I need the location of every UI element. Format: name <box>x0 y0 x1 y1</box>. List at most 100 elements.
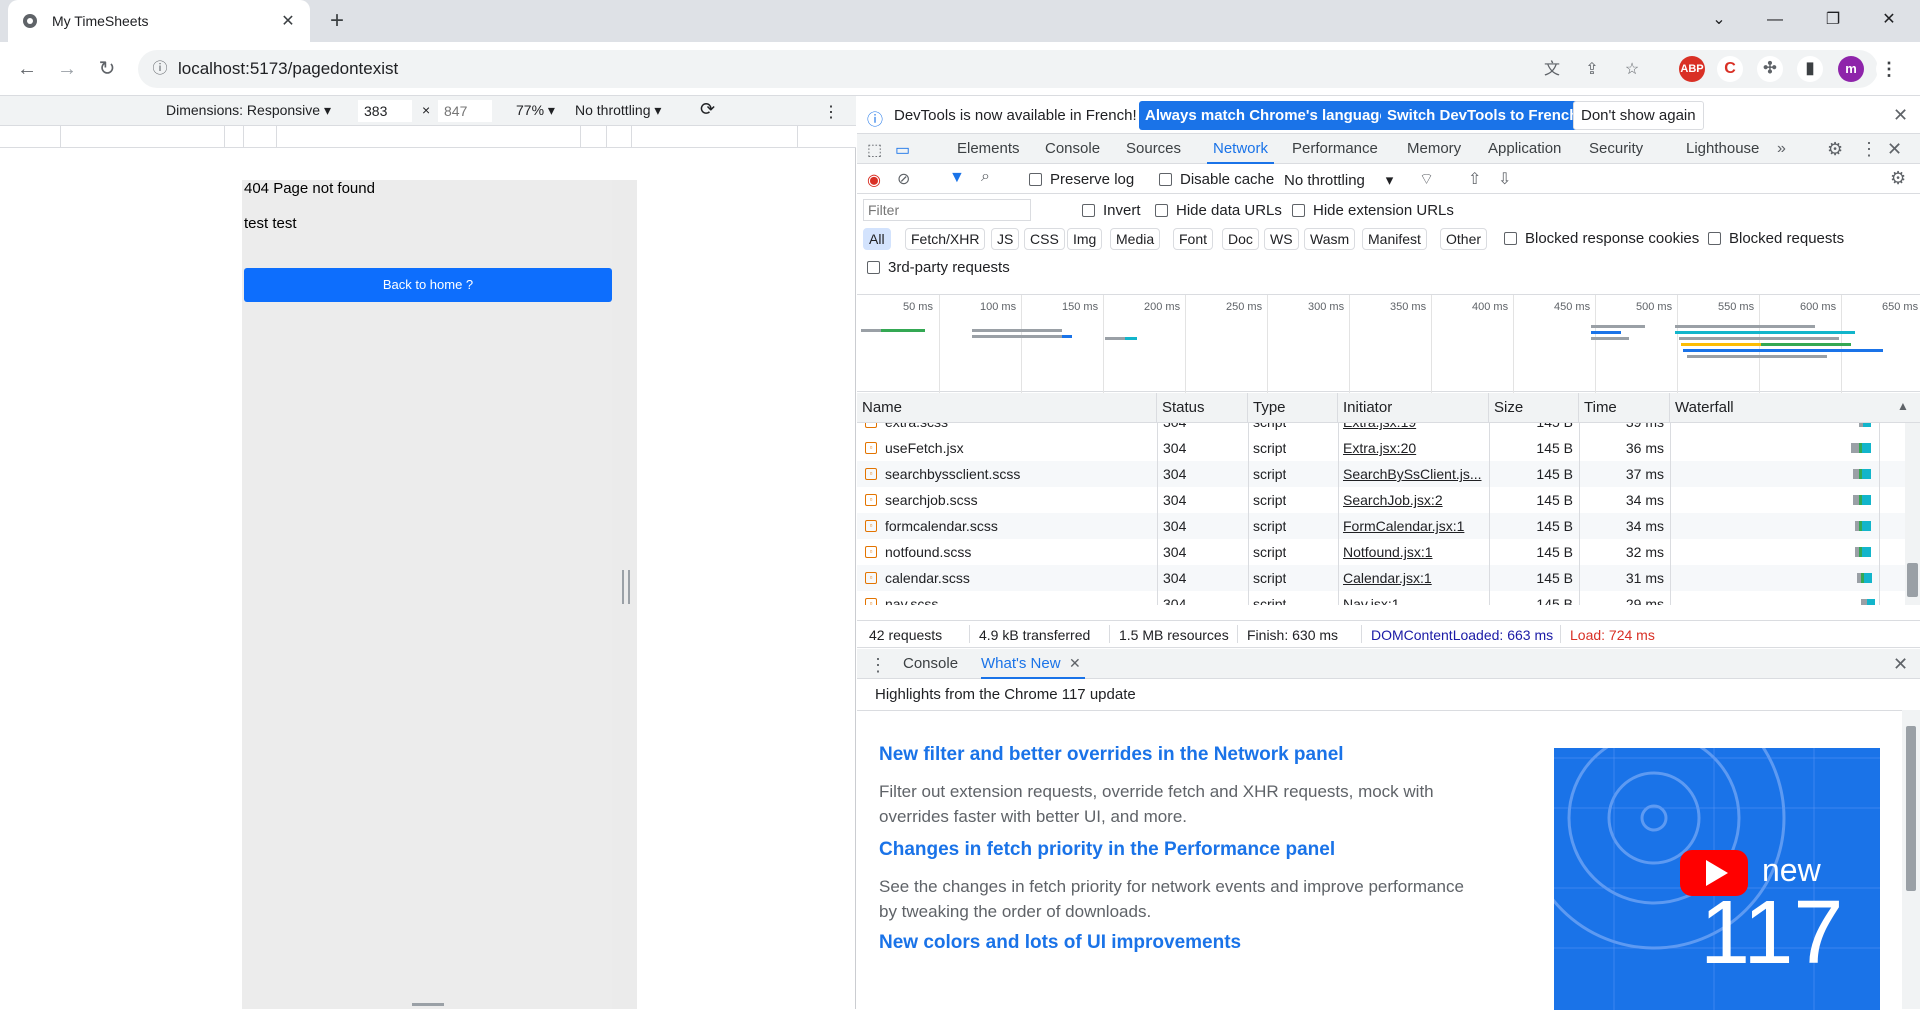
viewport-resize-handle-bottom[interactable] <box>412 1003 444 1006</box>
filter-input[interactable] <box>863 199 1031 221</box>
minimize-button[interactable]: — <box>1752 0 1798 42</box>
col-status[interactable]: Status <box>1157 393 1248 423</box>
match-language-button[interactable]: Always match Chrome's language <box>1139 101 1394 130</box>
invert-checkbox[interactable]: Invert <box>1082 202 1141 219</box>
close-infobar-icon[interactable]: ✕ <box>1893 105 1908 126</box>
type-img[interactable]: Img <box>1067 228 1103 250</box>
type-font[interactable]: Font <box>1173 228 1214 250</box>
clear-icon[interactable]: ⊘ <box>897 169 910 189</box>
close-drawer-icon[interactable]: ✕ <box>1893 654 1908 675</box>
dimensions-select[interactable]: Dimensions: Responsive ▾ <box>166 102 331 119</box>
back-to-home-button[interactable]: Back to home ? <box>244 268 612 302</box>
table-row[interactable]: ▫ formcalendar.scss 304 script FormCalen… <box>857 513 1905 539</box>
export-har-icon[interactable]: ⇩ <box>1498 169 1511 189</box>
device-toolbar-icon[interactable]: ▭ <box>895 140 910 160</box>
tab-network[interactable]: Network <box>1207 134 1275 164</box>
blocked-cookies-checkbox[interactable]: Blocked response cookies <box>1504 230 1699 247</box>
viewport-resize-handle-right[interactable] <box>622 570 630 604</box>
table-row[interactable]: ▫ searchbyssclient.scss 304 script Searc… <box>857 461 1905 487</box>
whats-new-item-title[interactable]: Changes in fetch priority in the Perform… <box>879 839 1335 861</box>
address-bar[interactable]: ⓘ localhost:5173/pagedontexist 文 ⇪ ☆ <box>138 50 1878 88</box>
tab-elements[interactable]: Elements <box>957 134 1020 164</box>
row-initiator[interactable]: Nav.jsx:1 <box>1343 591 1483 605</box>
extensions-puzzle-icon[interactable]: ✣ <box>1757 56 1783 82</box>
preserve-log-checkbox[interactable]: Preserve log <box>1029 171 1134 188</box>
tab-sources[interactable]: Sources <box>1126 134 1181 164</box>
close-tab-icon[interactable]: ✕ <box>278 11 298 31</box>
table-row[interactable]: ▫ searchjob.scss 304 script SearchJob.js… <box>857 487 1905 513</box>
row-initiator[interactable]: Calendar.jsx:1 <box>1343 565 1483 591</box>
translate-icon[interactable]: 文 <box>1541 59 1563 81</box>
hide-extension-urls-checkbox[interactable]: Hide extension URLs <box>1292 202 1454 219</box>
type-doc[interactable]: Doc <box>1222 228 1259 250</box>
side-panel-icon[interactable]: ▮ <box>1797 56 1823 82</box>
network-conditions-icon[interactable]: ⌔ <box>1419 169 1434 189</box>
tab-security[interactable]: Security <box>1589 134 1643 164</box>
col-time[interactable]: Time <box>1579 393 1670 423</box>
whats-new-item-title[interactable]: New colors and lots of UI improvements <box>879 932 1241 954</box>
profile-avatar[interactable]: m <box>1838 56 1864 82</box>
drawer-menu-icon[interactable]: ⋮ <box>869 655 887 676</box>
sort-ascending-icon[interactable]: ▲ <box>1897 399 1909 413</box>
chrome-menu-icon[interactable]: ⋮ <box>1876 56 1902 82</box>
reload-icon[interactable]: ↻ <box>90 52 124 86</box>
col-initiator[interactable]: Initiator <box>1338 393 1489 423</box>
import-har-icon[interactable]: ⇧ <box>1468 169 1481 189</box>
site-info-icon[interactable]: ⓘ <box>150 59 170 79</box>
col-waterfall[interactable]: Waterfall <box>1670 393 1920 423</box>
table-row[interactable]: ▫ useFetch.jsx 304 script Extra.jsx:20 1… <box>857 435 1905 461</box>
tab-console[interactable]: Console <box>1045 134 1100 164</box>
type-ws[interactable]: WS <box>1264 228 1299 250</box>
type-other[interactable]: Other <box>1440 228 1488 250</box>
row-initiator[interactable]: SearchJob.jsx:2 <box>1343 487 1483 513</box>
type-css[interactable]: CSS <box>1024 228 1065 250</box>
blocked-requests-checkbox[interactable]: Blocked requests <box>1708 230 1844 247</box>
row-initiator[interactable]: Extra.jsx:19 <box>1343 423 1483 435</box>
type-js[interactable]: JS <box>991 228 1020 250</box>
zoom-select[interactable]: 77% ▾ <box>516 102 555 119</box>
filter-icon[interactable]: ▼ <box>949 169 965 187</box>
network-throttling-select[interactable]: No throttling ▾ <box>1284 171 1393 190</box>
close-window-button[interactable]: ✕ <box>1866 0 1912 42</box>
forward-icon[interactable]: → <box>50 52 84 86</box>
type-wasm[interactable]: Wasm <box>1304 228 1356 250</box>
col-size[interactable]: Size <box>1489 393 1579 423</box>
customize-menu-icon[interactable]: ⋮ <box>1860 139 1878 160</box>
tab-memory[interactable]: Memory <box>1407 134 1461 164</box>
hide-data-urls-checkbox[interactable]: Hide data URLs <box>1155 202 1282 219</box>
device-more-icon[interactable]: ⋮ <box>823 102 839 122</box>
settings-gear-icon[interactable]: ⚙ <box>1827 139 1843 160</box>
browser-tab[interactable]: My TimeSheets ✕ <box>8 0 310 42</box>
disable-cache-checkbox[interactable]: Disable cache <box>1159 171 1274 188</box>
width-input[interactable] <box>358 100 412 122</box>
request-table-scrollbar[interactable] <box>1905 423 1920 605</box>
type-fetch-xhr[interactable]: Fetch/XHR <box>905 228 986 250</box>
whats-new-scrollbar[interactable] <box>1902 710 1920 1009</box>
col-name[interactable]: Name <box>857 393 1157 423</box>
chrome-117-video-thumbnail[interactable]: new 117 <box>1554 748 1880 1010</box>
more-tabs-icon[interactable]: » <box>1777 140 1786 158</box>
rotate-icon[interactable]: ⟳ <box>700 99 715 120</box>
close-devtools-icon[interactable]: ✕ <box>1887 139 1902 160</box>
maximize-button[interactable]: ❐ <box>1810 0 1856 42</box>
drawer-tab-console[interactable]: Console <box>903 649 958 679</box>
network-settings-icon[interactable]: ⚙ <box>1890 168 1906 189</box>
table-row[interactable]: ▫ nav.scss 304 script Nav.jsx:1 145 B 29… <box>857 591 1905 605</box>
tab-performance[interactable]: Performance <box>1292 134 1378 164</box>
type-manifest[interactable]: Manifest <box>1362 228 1427 250</box>
record-icon[interactable]: ◉ <box>867 170 881 190</box>
media-query-bar[interactable] <box>0 126 856 148</box>
network-overview-timeline[interactable]: 50 ms 100 ms 150 ms 200 ms 250 ms 300 ms… <box>857 294 1920 393</box>
whats-new-item-title[interactable]: New filter and better overrides in the N… <box>879 744 1344 766</box>
row-initiator[interactable]: Notfound.jsx:1 <box>1343 539 1483 565</box>
table-row[interactable]: ▫ extra.scss 304 script Extra.jsx:19 145… <box>857 423 1905 435</box>
row-initiator[interactable]: SearchBySsClient.js... <box>1343 461 1483 487</box>
table-row[interactable]: ▫ notfound.scss 304 script Notfound.jsx:… <box>857 539 1905 565</box>
third-party-checkbox[interactable]: 3rd-party requests <box>867 259 1010 276</box>
type-all[interactable]: All <box>863 228 891 250</box>
height-input[interactable] <box>438 100 492 122</box>
bookmark-star-icon[interactable]: ☆ <box>1621 59 1643 81</box>
new-tab-button[interactable]: + <box>322 6 352 36</box>
switch-french-button[interactable]: Switch DevTools to French <box>1381 101 1585 130</box>
search-icon[interactable]: ⌕ <box>981 168 990 186</box>
